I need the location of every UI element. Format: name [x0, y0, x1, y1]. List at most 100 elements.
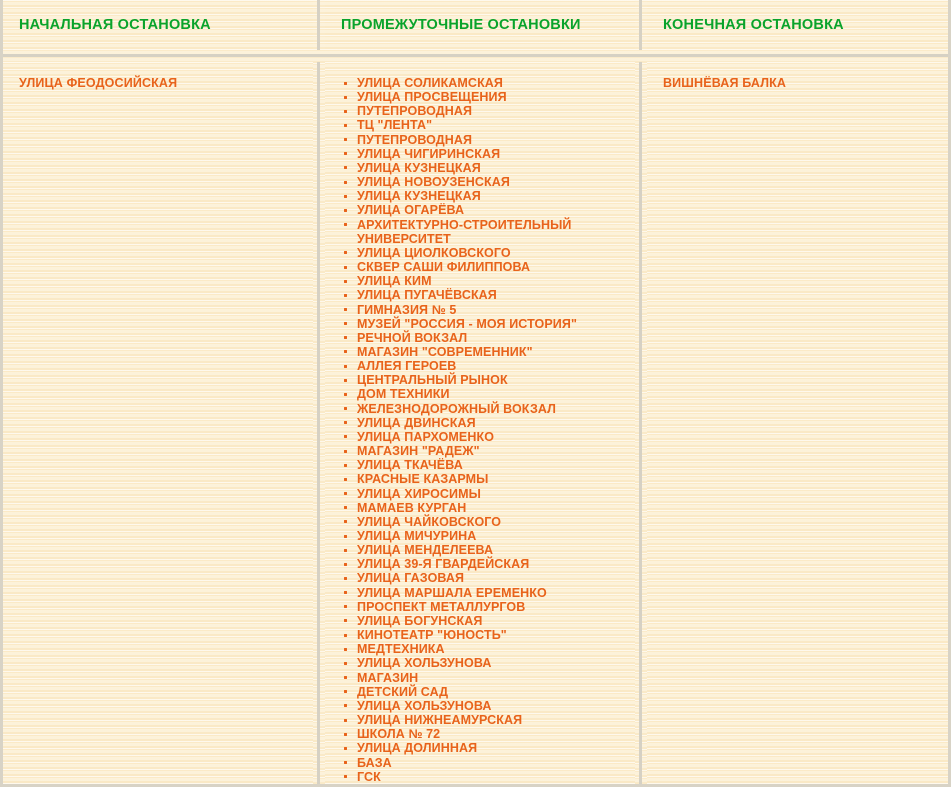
- bullet-icon: [344, 746, 347, 750]
- list-item[interactable]: КИНОТЕАТР "ЮНОСТЬ": [341, 628, 625, 642]
- list-item[interactable]: УЛИЦА ДВИНСКАЯ: [341, 416, 625, 430]
- list-item[interactable]: УЛИЦА КИМ: [341, 274, 625, 288]
- list-item[interactable]: УЛИЦА ОГАРЁВА: [341, 203, 625, 217]
- list-item[interactable]: УЛИЦА ЧАЙКОВСКОГО: [341, 515, 625, 529]
- table-header-row: НАЧАЛЬНАЯ ОСТАНОВКА ПРОМЕЖУТОЧНЫЕ ОСТАНО…: [3, 0, 948, 50]
- list-item[interactable]: КРАСНЫЕ КАЗАРМЫ: [341, 472, 625, 486]
- list-item[interactable]: АРХИТЕКТУРНО-СТРОИТЕЛЬНЫЙ УНИВЕРСИТЕТ: [341, 218, 625, 246]
- bullet-icon: [344, 138, 347, 142]
- end-stop-wrapper: ВИШНЁВАЯ БАЛКА: [647, 62, 948, 784]
- list-item[interactable]: ШКОЛА № 72: [341, 727, 625, 741]
- list-item[interactable]: АЛЛЕЯ ГЕРОЕВ: [341, 359, 625, 373]
- bullet-icon: [344, 392, 347, 396]
- stop-name: ЖЕЛЕЗНОДОРОЖНЫЙ ВОКЗАЛ: [357, 401, 557, 416]
- list-item[interactable]: УЛИЦА ПАРХОМЕНКО: [341, 430, 625, 444]
- bullet-icon: [344, 732, 347, 736]
- list-item[interactable]: УЛИЦА МАРШАЛА ЕРЕМЕНКО: [341, 586, 625, 600]
- body-cell-intermediate: УЛИЦА СОЛИКАМСКАЯ УЛИЦА ПРОСВЕЩЕНИЯ ПУТЕПР…: [325, 62, 635, 784]
- stop-name: МАМАЕВ КУРГАН: [357, 500, 467, 515]
- list-item[interactable]: МЕДТЕХНИКА: [341, 642, 625, 656]
- list-item[interactable]: ГСК: [341, 770, 625, 784]
- bullet-icon: [344, 534, 347, 538]
- list-item[interactable]: ДОМ ТЕХНИКИ: [341, 387, 625, 401]
- list-item[interactable]: ЖЕЛЕЗНОДОРОЖНЫЙ ВОКЗАЛ: [341, 402, 625, 416]
- list-item[interactable]: УЛИЦА ХОЛЬЗУНОВА: [341, 699, 625, 713]
- stop-name: УЛИЦА МИЧУРИНА: [357, 529, 477, 543]
- stop-name: УЛИЦА ХИРОСИМЫ: [357, 486, 481, 501]
- list-item[interactable]: УЛИЦА ХИРОСИМЫ: [341, 487, 625, 501]
- start-stop-label: УЛИЦА ФЕОДОСИЙСКАЯ: [19, 76, 178, 90]
- list-item[interactable]: ПУТЕПРОВОДНАЯ: [341, 104, 625, 118]
- bullet-icon: [344, 109, 347, 113]
- list-item[interactable]: УЛИЦА МИЧУРИНА: [341, 529, 625, 543]
- list-item[interactable]: УЛИЦА ПУГАЧЁВСКАЯ: [341, 288, 625, 302]
- list-item[interactable]: УЛИЦА НИЖНЕАМУРСКАЯ: [341, 713, 625, 727]
- list-item[interactable]: УЛИЦА БОГУНСКАЯ: [341, 614, 625, 628]
- stop-name: УЛИЦА ПАРХОМЕНКО: [357, 429, 495, 444]
- bullet-icon: [344, 322, 347, 326]
- end-stop-label: ВИШНЁВАЯ БАЛКА: [663, 76, 787, 90]
- list-item[interactable]: БАЗА: [341, 756, 625, 770]
- body-cell-end: ВИШНЁВАЯ БАЛКА: [647, 62, 948, 784]
- stop-name: УЛИЦА МАРШАЛА ЕРЕМЕНКО: [357, 585, 547, 600]
- bullet-icon: [344, 576, 347, 580]
- list-item[interactable]: МАГАЗИН: [341, 671, 625, 685]
- stop-name: МАГАЗИН "РАДЕЖ": [357, 444, 480, 459]
- list-item[interactable]: ДЕТСКИЙ САД: [341, 685, 625, 699]
- bullet-icon: [344, 647, 347, 651]
- stop-name: УЛИЦА НОВОУЗЕНСКАЯ: [357, 175, 511, 190]
- list-item[interactable]: УЛИЦА ЦИОЛКОВСКОГО: [341, 246, 625, 260]
- list-item[interactable]: ГИМНАЗИЯ № 5: [341, 303, 625, 317]
- stop-name: УЛИЦА ЦИОЛКОВСКОГО: [357, 245, 511, 260]
- list-item[interactable]: УЛИЦА ДОЛИННАЯ: [341, 741, 625, 755]
- list-item[interactable]: МАГАЗИН "РАДЕЖ": [341, 444, 625, 458]
- bullet-icon: [344, 364, 347, 368]
- bullet-icon: [344, 223, 347, 227]
- list-item[interactable]: УЛИЦА ПРОСВЕЩЕНИЯ: [341, 90, 625, 104]
- start-stop-wrapper: УЛИЦА ФЕОДОСИЙСКАЯ: [3, 62, 313, 784]
- list-item[interactable]: УЛИЦА ГАЗОВАЯ: [341, 571, 625, 585]
- bullet-icon: [344, 308, 347, 311]
- list-item[interactable]: УЛИЦА МЕНДЕЛЕЕВА: [341, 543, 625, 557]
- list-item[interactable]: МАГАЗИН "СОВРЕМЕННИК": [341, 345, 625, 359]
- stop-name: УЛИЦА НИЖНЕАМУРСКАЯ: [357, 713, 523, 728]
- bullet-icon: [344, 492, 347, 496]
- list-item[interactable]: УЛИЦА 39-Я ГВАРДЕЙСКАЯ: [341, 557, 625, 571]
- bullet-icon: [344, 676, 347, 680]
- bullet-icon: [344, 279, 347, 283]
- list-item[interactable]: УЛИЦА КУЗНЕЦКАЯ: [341, 189, 625, 203]
- stop-name: УЛИЦА ГАЗОВАЯ: [357, 571, 465, 586]
- stop-name: ГИМНАЗИЯ № 5: [357, 302, 457, 317]
- bullet-icon: [344, 166, 347, 170]
- bullet-icon: [344, 123, 347, 127]
- header-label-end: КОНЕЧНАЯ ОСТАНОВКА: [663, 16, 844, 33]
- bullet-icon: [344, 633, 347, 637]
- stop-name: УЛИЦА МЕНДЕЛЕЕВА: [357, 543, 494, 558]
- bullet-icon: [344, 81, 347, 85]
- bullet-icon: [344, 690, 347, 694]
- list-item[interactable]: УЛИЦА КУЗНЕЦКАЯ: [341, 161, 625, 175]
- stop-name: УЛИЦА СОЛИКАМСКАЯ: [357, 76, 504, 90]
- list-item[interactable]: СКВЕР САШИ ФИЛИППОВА: [341, 260, 625, 274]
- list-item[interactable]: ПРОСПЕКТ МЕТАЛЛУРГОВ: [341, 600, 625, 614]
- list-item[interactable]: УЛИЦА ХОЛЬЗУНОВА: [341, 656, 625, 670]
- bullet-icon: [344, 350, 347, 354]
- list-item[interactable]: УЛИЦА ЧИГИРИНСКАЯ: [341, 147, 625, 161]
- stop-name: УЛИЦА КУЗНЕЦКАЯ: [357, 160, 481, 175]
- list-item[interactable]: ПУТЕПРОВОДНАЯ: [341, 133, 625, 147]
- bullet-icon: [344, 562, 347, 566]
- stop-name: АРХИТЕКТУРНО-СТРОИТЕЛЬНЫЙ УНИВЕРСИТЕТ: [357, 217, 572, 246]
- list-item[interactable]: МАМАЕВ КУРГАН: [341, 501, 625, 515]
- stop-name: КИНОТЕАТР "ЮНОСТЬ": [357, 628, 507, 643]
- list-item[interactable]: УЛИЦА ТКАЧЁВА: [341, 458, 625, 472]
- header-label-intermediate: ПРОМЕЖУТОЧНЫЕ ОСТАНОВКИ: [341, 16, 581, 33]
- list-item[interactable]: МУЗЕЙ "РОССИЯ - МОЯ ИСТОРИЯ": [341, 317, 625, 331]
- route-stops-table: НАЧАЛЬНАЯ ОСТАНОВКА ПРОМЕЖУТОЧНЫЕ ОСТАНО…: [0, 0, 951, 787]
- list-item[interactable]: ЦЕНТРАЛЬНЫЙ РЫНОК: [341, 373, 625, 387]
- stop-name: УЛИЦА ПРОСВЕЩЕНИЯ: [357, 90, 507, 105]
- list-item[interactable]: УЛИЦА СОЛИКАМСКАЯ: [341, 76, 625, 90]
- list-item[interactable]: УЛИЦА НОВОУЗЕНСКАЯ: [341, 175, 625, 189]
- list-item[interactable]: РЕЧНОЙ ВОКЗАЛ: [341, 331, 625, 345]
- list-item[interactable]: ТЦ "ЛЕНТА": [341, 118, 625, 132]
- stop-name: УЛИЦА КУЗНЕЦКАЯ: [357, 189, 481, 204]
